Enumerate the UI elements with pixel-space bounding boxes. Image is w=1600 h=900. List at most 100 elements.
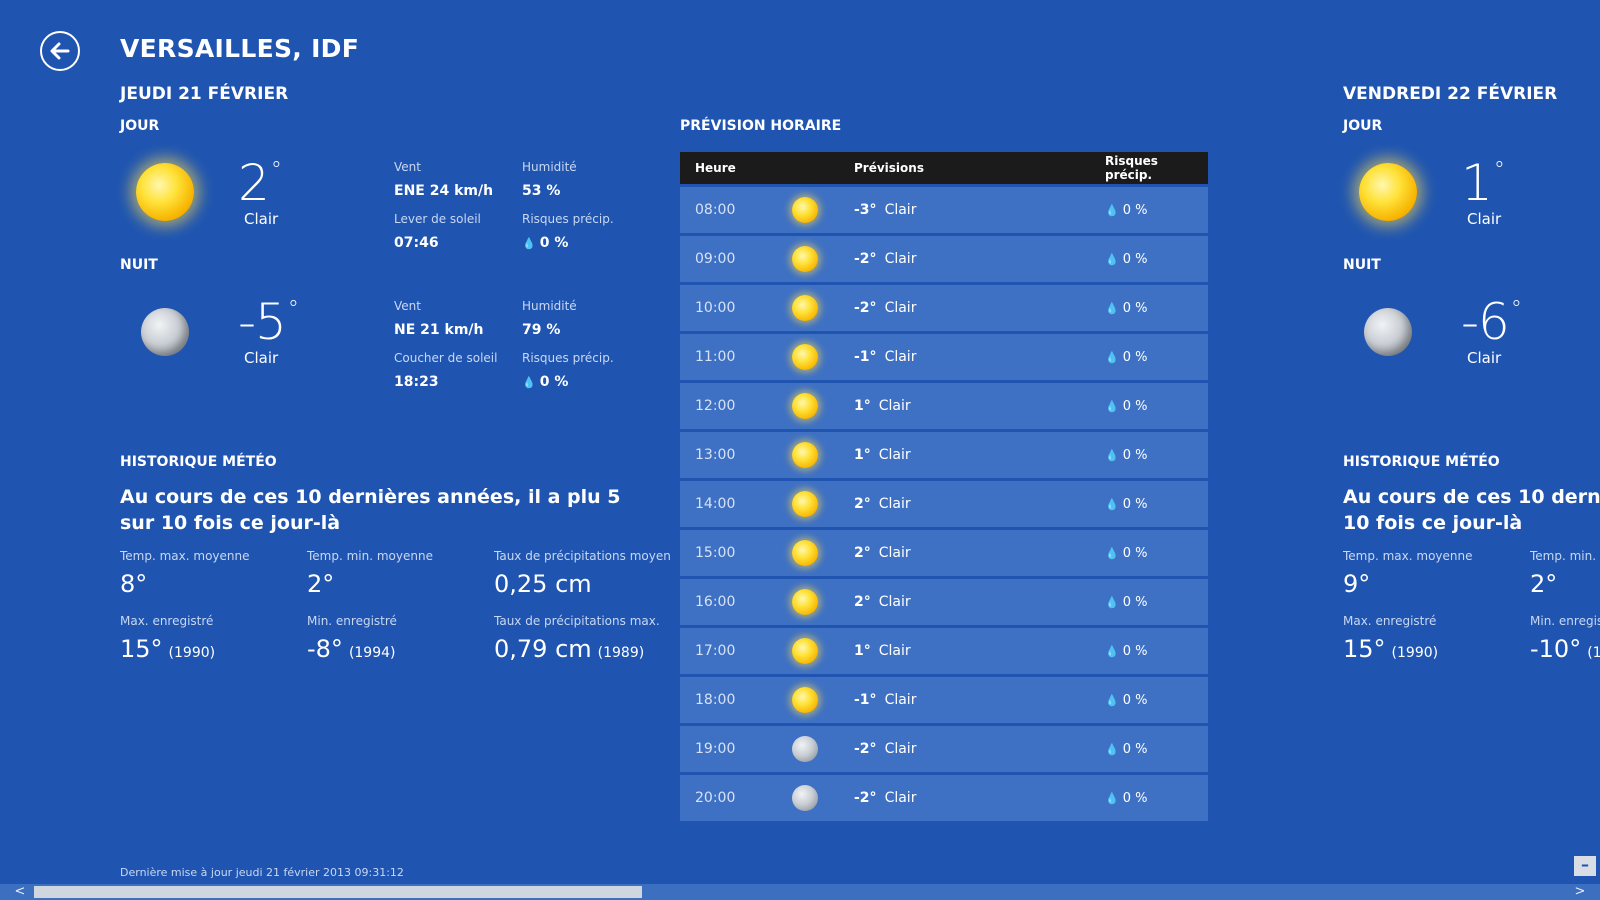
row-rain: 💧 0 % bbox=[1105, 447, 1148, 463]
hourly-table-header: Heure Prévisions Risques précip. bbox=[680, 152, 1208, 184]
row-rain: 💧 0 % bbox=[1105, 545, 1148, 561]
sun-icon bbox=[792, 393, 818, 419]
table-row: 17:00 1° Clair 💧 0 % bbox=[680, 628, 1208, 674]
drop-icon: 💧 bbox=[1105, 595, 1119, 609]
row-rain: 💧 0 % bbox=[1105, 643, 1148, 659]
row-forecast: -1° Clair bbox=[854, 692, 917, 708]
day2-min-rec-value: -10° (1 bbox=[1530, 635, 1600, 663]
row-forecast: -2° Clair bbox=[854, 300, 917, 316]
drop-icon: 💧 bbox=[1105, 448, 1119, 462]
min-rec-label: Min. enregistré bbox=[307, 614, 397, 628]
row-forecast: -1° Clair bbox=[854, 349, 917, 365]
day1-jour-condition: Clair bbox=[244, 210, 279, 228]
precip-moy-value: 0,25 cm bbox=[494, 570, 592, 598]
row-forecast: 2° Clair bbox=[854, 594, 911, 610]
table-row: 14:00 2° Clair 💧 0 % bbox=[680, 481, 1208, 527]
coucher-soleil-value: 18:23 bbox=[394, 374, 439, 390]
drop-icon: 💧 bbox=[1105, 301, 1119, 315]
day2-nuit-condition: Clair bbox=[1467, 349, 1502, 367]
moon-icon bbox=[1364, 308, 1412, 356]
day2-jour-label: JOUR bbox=[1343, 118, 1383, 134]
row-rain: 💧 0 % bbox=[1105, 496, 1148, 512]
drop-icon: 💧 bbox=[1105, 350, 1119, 364]
day2-min-moy-value: 2° bbox=[1530, 570, 1558, 598]
day2-max-rec-value: 15° (1990) bbox=[1343, 635, 1439, 663]
row-forecast: 2° Clair bbox=[854, 496, 911, 512]
max-rec-label: Max. enregistré bbox=[120, 614, 214, 628]
day2-min-moy-label: Temp. min. m bbox=[1530, 549, 1600, 563]
sun-icon bbox=[1359, 163, 1417, 221]
vent-value: ENE 24 km/h bbox=[394, 183, 494, 199]
scrollbar-thumb[interactable] bbox=[34, 886, 642, 898]
historique-title: HISTORIQUE MÉTÉO bbox=[120, 454, 277, 470]
drop-icon: 💧 bbox=[1105, 497, 1119, 511]
drop-icon: 💧 bbox=[1105, 693, 1119, 707]
day2-historique-text2: 10 fois ce jour-là bbox=[1343, 512, 1523, 534]
day2-jour-condition: Clair bbox=[1467, 210, 1502, 228]
moon-icon bbox=[141, 308, 189, 356]
max-moy-value: 8° bbox=[120, 570, 148, 598]
row-forecast: -2° Clair bbox=[854, 790, 917, 806]
precip-label: Risques précip. bbox=[522, 212, 614, 226]
scroll-right-arrow[interactable]: > bbox=[1572, 884, 1588, 900]
col-risques: Risques précip. bbox=[1105, 154, 1158, 182]
day1-nuit-condition: Clair bbox=[244, 349, 279, 367]
precip-label: Risques précip. bbox=[522, 351, 614, 365]
row-time: 16:00 bbox=[695, 594, 736, 610]
day1-jour-label: JOUR bbox=[120, 118, 160, 134]
row-time: 11:00 bbox=[695, 349, 736, 365]
drop-icon: 💧 bbox=[1105, 644, 1119, 658]
col-previsions: Prévisions bbox=[854, 161, 924, 175]
hourly-table: Heure Prévisions Risques précip. 08:00 -3… bbox=[680, 152, 1208, 821]
row-forecast: 1° Clair bbox=[854, 643, 911, 659]
row-rain: 💧 0 % bbox=[1105, 692, 1148, 708]
day1-jour-temp: 2° bbox=[238, 154, 282, 212]
humidite-label: Humidité bbox=[522, 160, 577, 174]
row-time: 17:00 bbox=[695, 643, 736, 659]
day2-nuit-label: NUIT bbox=[1343, 257, 1381, 273]
row-forecast: 1° Clair bbox=[854, 447, 911, 463]
vent-label: Vent bbox=[394, 160, 421, 174]
row-forecast: -2° Clair bbox=[854, 251, 917, 267]
back-button[interactable] bbox=[40, 31, 80, 71]
vent-label: Vent bbox=[394, 299, 421, 313]
row-forecast: -3° Clair bbox=[854, 202, 917, 218]
historique-text: Au cours de ces 10 dernières années, il … bbox=[120, 486, 621, 534]
drop-icon: 💧 bbox=[522, 376, 536, 389]
sun-icon bbox=[136, 163, 194, 221]
day2-max-moy-label: Temp. max. moyenne bbox=[1343, 549, 1473, 563]
day2-max-moy-value: 9° bbox=[1343, 570, 1371, 598]
day2-max-rec-label: Max. enregistré bbox=[1343, 614, 1437, 628]
sun-icon bbox=[792, 197, 818, 223]
moon-icon bbox=[792, 785, 818, 811]
drop-icon: 💧 bbox=[1105, 546, 1119, 560]
drop-icon: 💧 bbox=[522, 237, 536, 250]
day2-min-rec-label: Min. enregist bbox=[1530, 614, 1600, 628]
sun-icon bbox=[792, 687, 818, 713]
row-rain: 💧 0 % bbox=[1105, 594, 1148, 610]
table-row: 09:00 -2° Clair 💧 0 % bbox=[680, 236, 1208, 282]
table-row: 11:00 -1° Clair 💧 0 % bbox=[680, 334, 1208, 380]
row-time: 08:00 bbox=[695, 202, 736, 218]
scroll-left-arrow[interactable]: < bbox=[12, 884, 28, 900]
row-forecast: 2° Clair bbox=[854, 545, 911, 561]
day2-historique-text: Au cours de ces 10 dernièr bbox=[1343, 486, 1600, 508]
min-moy-value: 2° bbox=[307, 570, 335, 598]
moon-icon bbox=[792, 736, 818, 762]
min-rec-value: -8° (1994) bbox=[307, 635, 396, 663]
hourly-rows: 08:00 -3° Clair 💧 0 % 09:00 -2° Clair 💧 0 % 10:00 -… bbox=[680, 187, 1208, 821]
arrow-left-icon bbox=[50, 42, 70, 60]
zoom-out-button[interactable]: – bbox=[1574, 856, 1596, 876]
day1-nuit-temp: -5° bbox=[238, 293, 299, 351]
table-row: 10:00 -2° Clair 💧 0 % bbox=[680, 285, 1208, 331]
col-heure: Heure bbox=[695, 161, 736, 175]
day2-historique-title: HISTORIQUE MÉTÉO bbox=[1343, 454, 1500, 470]
day2-nuit-temp: -6° bbox=[1461, 293, 1522, 351]
sun-icon bbox=[792, 589, 818, 615]
hourly-title: PRÉVISION HORAIRE bbox=[680, 118, 842, 134]
sun-icon bbox=[792, 246, 818, 272]
sun-icon bbox=[792, 295, 818, 321]
drop-icon: 💧 bbox=[1105, 203, 1119, 217]
humidite-label: Humidité bbox=[522, 299, 577, 313]
row-forecast: 1° Clair bbox=[854, 398, 911, 414]
